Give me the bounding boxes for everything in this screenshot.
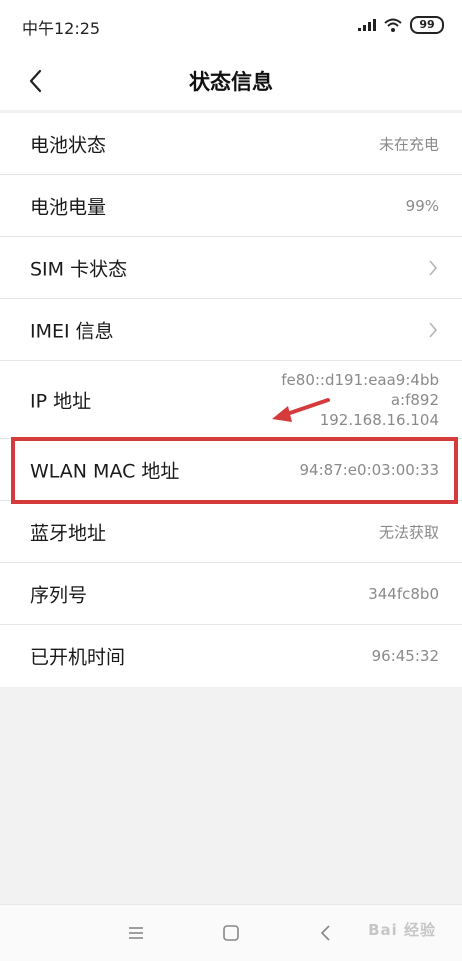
home-icon[interactable] [219,921,243,945]
row-uptime: 已开机时间 96:45:32 [0,625,462,687]
ip-line: a:f892 [390,390,439,409]
row-battery-status: 电池状态 未在充电 [0,113,462,175]
row-value: 344fc8b0 [368,584,439,603]
status-icons: 99 [358,14,444,36]
wifi-icon [384,18,402,32]
status-time: 中午12:25 [22,19,101,38]
row-value: 96:45:32 [371,647,439,665]
menu-icon[interactable] [124,921,148,945]
row-value: 无法获取 [378,523,439,541]
row-value: 未在充电 [378,135,439,153]
watermark: Bai 经验 [368,921,436,939]
row-sim-status[interactable]: SIM 卡状态 [0,237,462,299]
row-label: 蓝牙地址 [30,522,107,544]
row-label: SIM 卡状态 [30,258,128,280]
row-serial-number: 序列号 344fc8b0 [0,563,462,625]
nav-back-icon[interactable] [314,921,338,945]
row-value: fe80::d191:eaa9:4bb a:f892 192.168.16.10… [281,370,439,430]
ip-line: fe80::d191:eaa9:4bb [281,370,439,389]
row-label: IMEI 信息 [30,320,114,342]
page-title: 状态信息 [189,70,273,94]
row-label: 已开机时间 [30,646,126,669]
navigation-bar: Bai 经验 [0,904,462,961]
signal-icon [358,19,376,31]
chevron-right-icon [429,321,438,338]
row-battery-level: 电池电量 99% [0,175,462,237]
battery-icon: 99 [410,16,444,34]
chevron-right-icon [429,259,438,276]
row-label: 电池状态 [30,134,107,156]
status-list: 电池状态 未在充电 电池电量 99% SIM 卡状态 IMEI 信息 IP 地址… [0,113,462,687]
header: 状态信息 [0,52,462,110]
row-value: 94:87:e0:03:00:33 [299,460,439,479]
row-value: 99% [405,196,439,215]
row-bluetooth-address: 蓝牙地址 无法获取 [0,501,462,563]
row-wlan-mac: WLAN MAC 地址 94:87:e0:03:00:33 [0,439,462,501]
row-imei-info[interactable]: IMEI 信息 [0,299,462,361]
row-label: IP 地址 [30,390,92,412]
row-ip-address: IP 地址 fe80::d191:eaa9:4bb a:f892 192.168… [0,361,462,439]
row-label: 序列号 [30,584,88,606]
status-bar: 中午12:25 99 [0,0,462,52]
row-label: WLAN MAC 地址 [30,460,180,482]
row-label: 电池电量 [30,196,107,218]
ip-line: 192.168.16.104 [319,410,439,429]
